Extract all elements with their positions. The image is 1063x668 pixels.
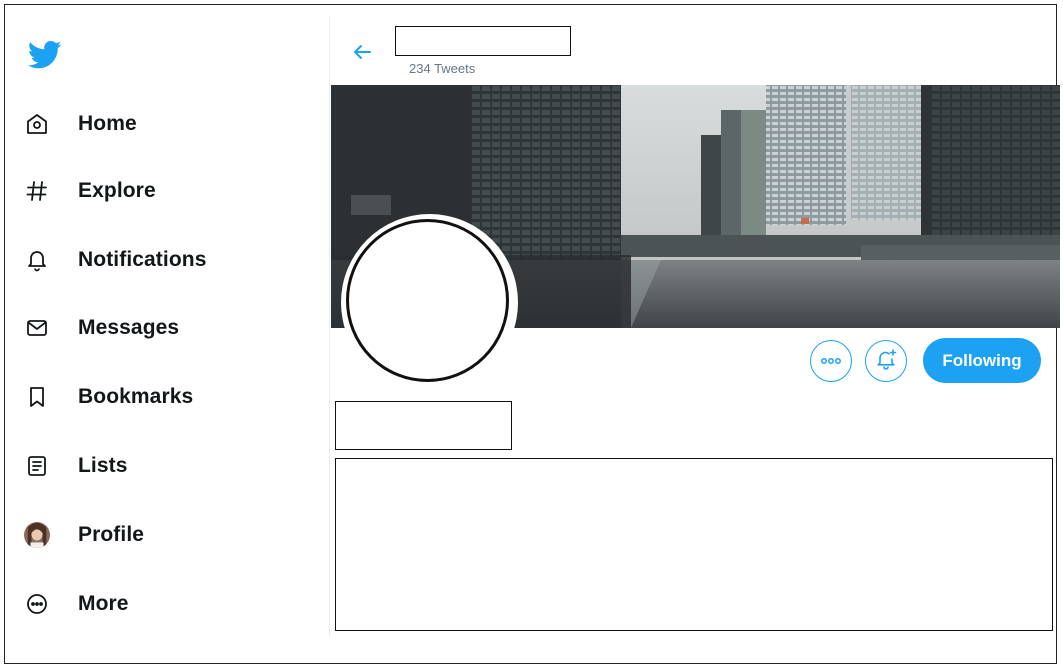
profile-bio-redacted [335,458,1053,631]
sidebar-item-label: Bookmarks [78,385,194,408]
tweet-count: 234 Tweets [409,61,476,76]
sidebar-item-label: Home [78,112,137,135]
twitter-bird-icon[interactable] [27,40,62,70]
back-button[interactable] [348,42,376,66]
sidebar-item-more[interactable]: More [22,584,242,624]
sidebar-item-label: Lists [78,454,128,477]
sidebar-item-label: Explore [78,179,156,202]
sidebar-item-messages[interactable]: Messages [22,308,242,348]
sidebar-item-profile[interactable]: Profile [22,515,242,555]
profile-name-redacted [395,26,571,56]
hashtag-icon [24,178,50,204]
profile-column: 234 Tweets Following [329,16,1060,636]
sidebar-item-notifications[interactable]: Notifications [22,240,242,280]
more-dots-icon [820,352,842,370]
notify-button[interactable] [865,340,907,382]
bookmark-icon [24,384,50,410]
sidebar-item-explore[interactable]: Explore [22,171,242,211]
profile-header: 234 Tweets [330,16,1060,80]
bell-plus-icon [874,347,898,376]
more-options-button[interactable] [810,340,852,382]
sidebar-item-lists[interactable]: Lists [22,446,242,486]
avatar-icon [24,522,50,548]
avatar-redacted [346,219,509,382]
list-icon [24,453,50,479]
sidebar-item-home[interactable]: Home [22,104,242,144]
sidebar-item-label: More [78,592,129,615]
home-icon [24,111,50,137]
arrow-left-icon [352,43,372,66]
following-button[interactable]: Following [923,338,1041,383]
sidebar-item-bookmarks[interactable]: Bookmarks [22,377,242,417]
envelope-icon [24,315,50,341]
sidebar-item-label: Profile [78,523,145,546]
profile-handle-redacted [335,401,512,450]
bell-icon [24,247,50,273]
sidebar-item-label: Notifications [78,248,207,271]
more-icon [24,591,50,617]
profile-avatar[interactable] [341,214,518,391]
sidebar-item-label: Messages [78,316,180,339]
